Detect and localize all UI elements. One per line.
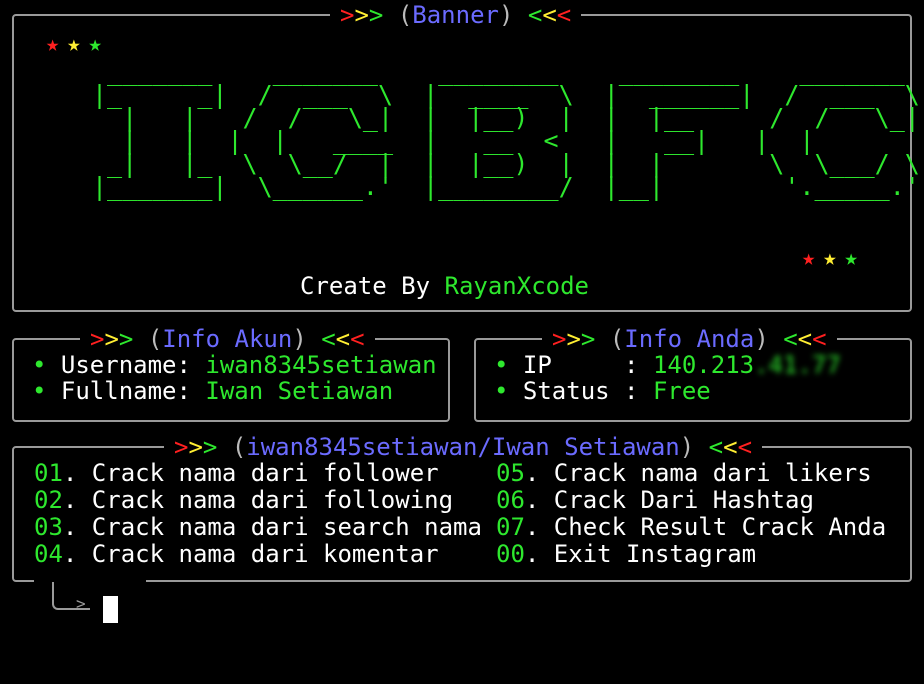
menu-item-05[interactable]: 05. Crack nama dari likers <box>496 460 886 487</box>
menu-item-01[interactable]: 01. Crack nama dari follower <box>34 460 482 487</box>
info-akun-title: >>> (Info Akun) <<< <box>80 325 375 353</box>
input-cursor[interactable] <box>103 596 118 623</box>
credit-line: Create By RayanXcode <box>300 272 589 300</box>
menu-item-04[interactable]: 04. Crack nama dari komentar <box>34 541 482 568</box>
menu-column-left: 01. Crack nama dari follower 02. Crack n… <box>34 460 482 568</box>
menu-border-gap <box>34 574 146 582</box>
menu-item-02[interactable]: 02. Crack nama dari following <box>34 487 482 514</box>
stars-bottom: ★★★ <box>802 246 866 271</box>
ip-masked: .41.77 <box>754 351 841 379</box>
star-icon: ★ <box>823 246 845 271</box>
status-row: • Status : Free <box>494 377 711 405</box>
star-icon: ★ <box>46 32 68 57</box>
star-icon: ★ <box>844 246 866 271</box>
username-value: iwan8345setiawan <box>205 351 437 379</box>
prompt-arrow-icon: > <box>76 594 86 613</box>
menu-panel: >>> (iwan8345setiawan/Iwan Setiawan) <<<… <box>12 433 912 582</box>
menu-item-00[interactable]: 00. Exit Instagram <box>496 541 886 568</box>
ascii-logo: _______ _______ ________ ________ ______… <box>92 57 920 201</box>
banner-title: >>> (Banner) <<< <box>330 1 582 29</box>
info-anda-panel: >>> (Info Anda) <<< • IP : 140.213.41.77… <box>474 325 912 422</box>
status-value: Free <box>652 377 711 405</box>
username-row: • Username: iwan8345setiawan <box>32 351 437 379</box>
menu-column-right: 05. Crack nama dari likers 06. Crack Dar… <box>496 460 886 568</box>
ip-row: • IP : 140.213.41.77 <box>494 351 841 379</box>
menu-item-06[interactable]: 06. Crack Dari Hashtag <box>496 487 886 514</box>
star-icon: ★ <box>802 246 824 271</box>
star-icon: ★ <box>88 32 110 57</box>
fullname-row: • Fullname: Iwan Setiawan <box>32 377 394 405</box>
star-icon: ★ <box>67 32 89 57</box>
menu-item-03[interactable]: 03. Crack nama dari search nama <box>34 514 482 541</box>
author-name: RayanXcode <box>444 272 590 300</box>
fullname-value: Iwan Setiawan <box>205 377 394 405</box>
stars-top: ★★★ <box>46 32 110 57</box>
menu-title: >>> (iwan8345setiawan/Iwan Setiawan) <<< <box>164 433 763 461</box>
banner-panel: >>> (Banner) <<< ★★★ _______ _______ ___… <box>12 1 920 312</box>
info-anda-title: >>> (Info Anda) <<< <box>542 325 837 353</box>
info-akun-panel: >>> (Info Akun) <<< • Username: iwan8345… <box>12 325 450 422</box>
ip-value: 140.213 <box>652 351 755 379</box>
menu-item-07[interactable]: 07. Check Result Crack Anda <box>496 514 886 541</box>
